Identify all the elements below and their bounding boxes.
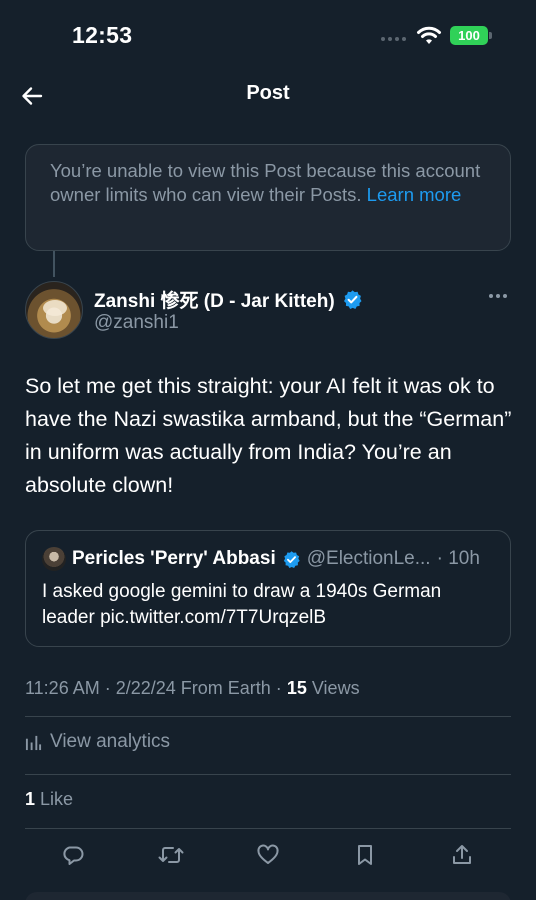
post-time: 11:26 AM bbox=[25, 678, 100, 698]
status-time: 12:53 bbox=[72, 22, 133, 48]
bookmark-button[interactable] bbox=[350, 840, 380, 870]
analytics-icon bbox=[25, 735, 42, 750]
quote-author-handle: @ElectionLe... bbox=[306, 548, 431, 569]
view-analytics-button[interactable]: View analytics bbox=[25, 731, 170, 753]
repost-button[interactable] bbox=[156, 840, 186, 870]
quote-time: · 10h bbox=[436, 548, 480, 569]
verified-badge-icon bbox=[283, 550, 300, 568]
divider bbox=[25, 716, 511, 717]
verified-badge-icon bbox=[343, 290, 362, 309]
post-meta: 11:26 AM · 2/22/24 From Earth · 15 Views bbox=[25, 678, 360, 699]
cellular-signal-icon bbox=[381, 37, 406, 41]
quote-author-name: Pericles 'Perry' Abbasi bbox=[72, 548, 276, 569]
divider bbox=[25, 774, 511, 775]
author-handle[interactable]: @zanshi1 bbox=[94, 312, 179, 334]
reply-composer-edge bbox=[25, 892, 511, 900]
bookmark-icon bbox=[358, 845, 372, 865]
likes-label: Like bbox=[40, 789, 74, 809]
like-icon bbox=[257, 844, 279, 864]
post-text: So let me get this straight: your AI fel… bbox=[25, 374, 512, 497]
action-bar bbox=[0, 840, 536, 870]
battery-nub bbox=[489, 32, 492, 39]
retweet-icon bbox=[158, 847, 184, 863]
quoted-post[interactable]: Pericles 'Perry' Abbasi @ElectionLe... ·… bbox=[25, 530, 511, 647]
reply-button[interactable] bbox=[58, 840, 88, 870]
views-count: 15 bbox=[286, 678, 307, 698]
more-options-button[interactable] bbox=[487, 288, 509, 304]
share-icon bbox=[453, 845, 471, 864]
nav-bar: Post bbox=[0, 70, 536, 120]
like-button[interactable] bbox=[253, 840, 283, 870]
divider bbox=[25, 828, 511, 829]
author-avatar[interactable] bbox=[25, 281, 83, 339]
views-label: Views bbox=[311, 678, 360, 698]
likes-count: 1 bbox=[25, 789, 36, 809]
more-icon bbox=[489, 294, 493, 298]
author-name[interactable]: Zanshi 惨死 (D - Jar Kitteh) bbox=[94, 286, 335, 313]
post-date-source: · 2/22/24 From Earth · bbox=[104, 678, 282, 698]
reply-icon bbox=[63, 846, 84, 865]
restricted-post-notice: You’re unable to view this Post because … bbox=[25, 144, 511, 251]
quote-author-avatar bbox=[42, 547, 66, 571]
quote-text: I asked google gemini to draw a 1940s Ge… bbox=[42, 581, 442, 628]
likes-summary[interactable]: 1 Like bbox=[25, 789, 73, 810]
status-bar: 12:53 100 bbox=[0, 0, 536, 70]
view-analytics-label: View analytics bbox=[50, 731, 171, 752]
page-title: Post bbox=[246, 82, 290, 104]
battery-indicator: 100 bbox=[450, 26, 488, 45]
author-name-row[interactable]: Zanshi 惨死 (D - Jar Kitteh) bbox=[94, 286, 363, 313]
thread-connector-line bbox=[53, 251, 55, 277]
share-button[interactable] bbox=[447, 840, 477, 870]
learn-more-link[interactable]: Learn more bbox=[367, 183, 462, 207]
wifi-icon bbox=[416, 26, 442, 51]
